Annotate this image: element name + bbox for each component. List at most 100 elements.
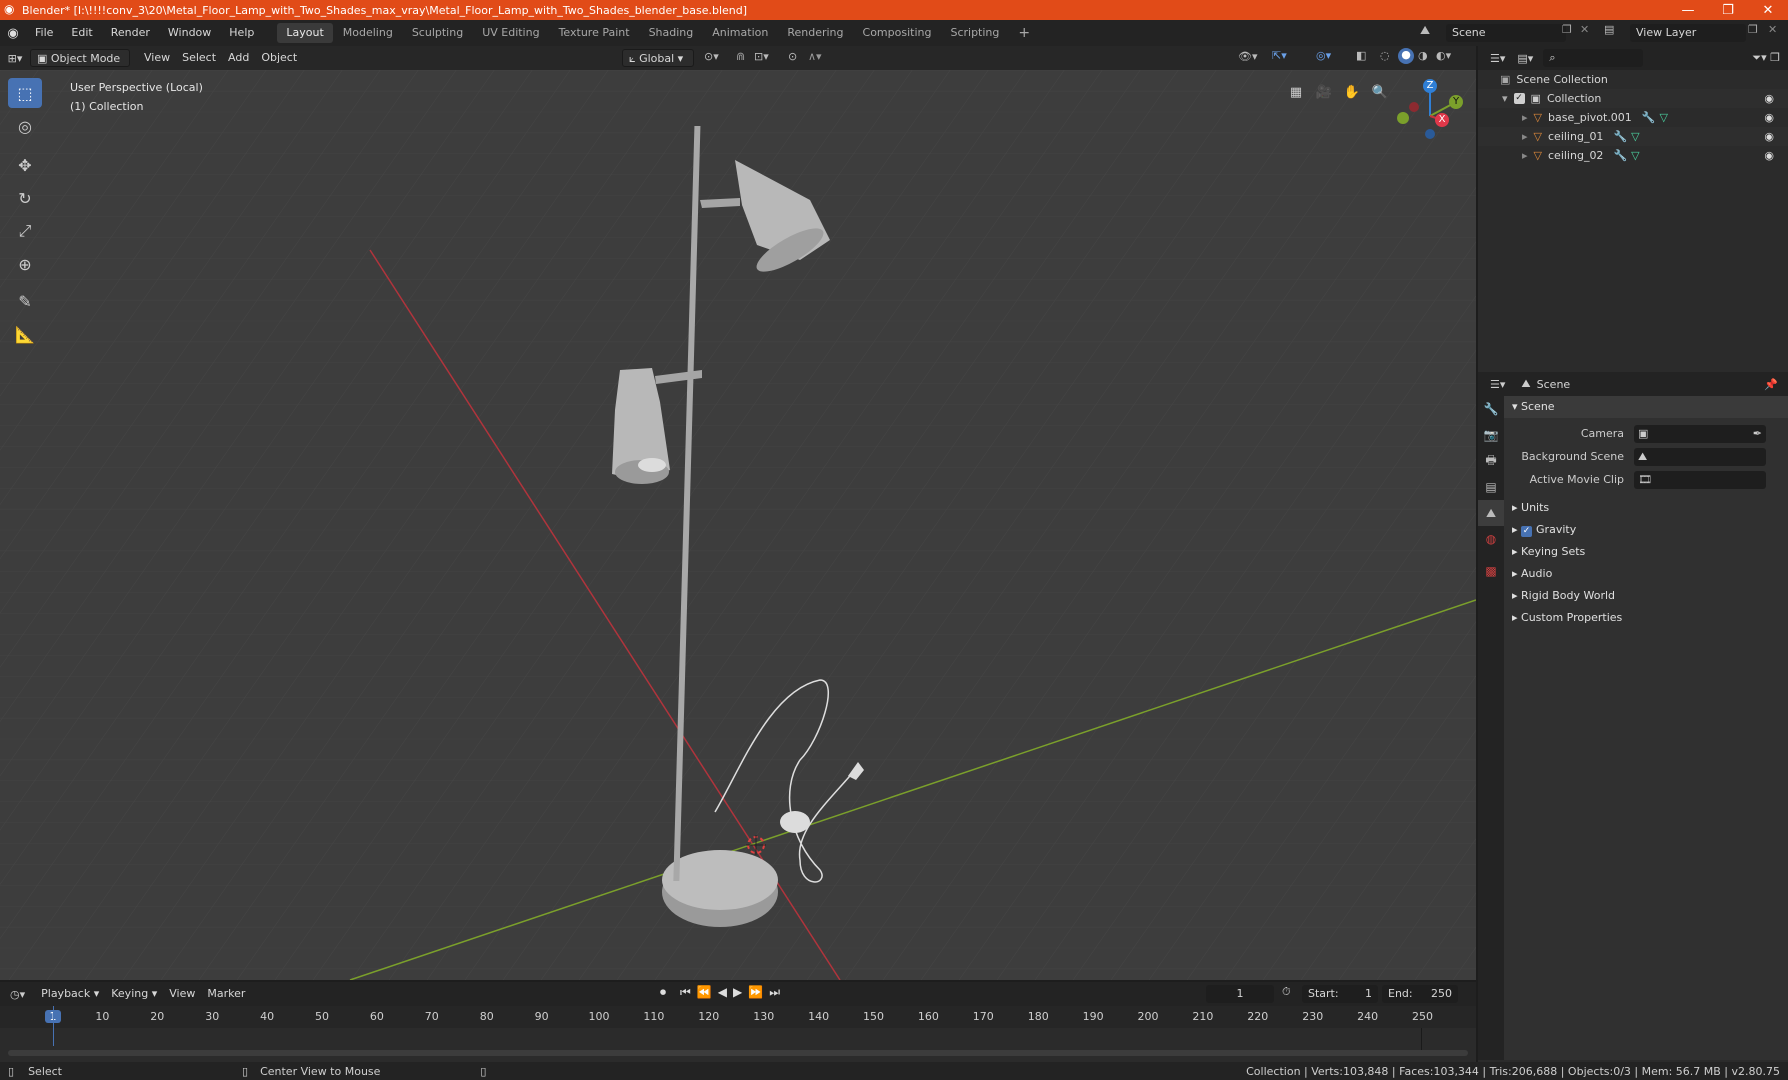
camera-field[interactable]: ▣ ✒ <box>1634 424 1766 443</box>
eye-icon[interactable]: ◉ <box>1764 127 1774 146</box>
outliner-object-row[interactable]: ▸ ▽ base_pivot.001 🔧 ▽ ◉ <box>1478 108 1788 127</box>
pivot-icon[interactable]: ⊙▾ <box>704 50 719 63</box>
snap-target-icon[interactable]: ⊡▾ <box>754 50 769 63</box>
blender-menu-icon[interactable]: ◉ <box>0 26 26 41</box>
scene-field[interactable]: Scene <box>1446 24 1566 42</box>
eye-icon[interactable]: ◉ <box>1764 108 1774 127</box>
record-icon[interactable]: ⏺ <box>660 985 666 1000</box>
start-frame-field[interactable]: Start: 1 <box>1302 985 1378 1003</box>
pin-icon[interactable]: 📌 <box>1764 378 1778 391</box>
play-icon[interactable]: ▶ <box>733 985 742 1000</box>
new-scene-icon[interactable]: ❐ <box>1562 23 1572 36</box>
menu-render[interactable]: Render <box>102 20 159 46</box>
mode-dropdown[interactable]: ▣ Object Mode ▾ <box>30 49 130 83</box>
material-shading-icon[interactable]: ◑ <box>1418 49 1428 62</box>
proportional-edit-icon[interactable]: ⊙ <box>788 50 797 63</box>
menu-file[interactable]: File <box>26 20 62 46</box>
menu-timeline-view[interactable]: View <box>163 985 201 1003</box>
outliner-object-row[interactable]: ▸ ▽ ceiling_02 🔧 ▽ ◉ <box>1478 146 1788 165</box>
tab-texture-paint[interactable]: Texture Paint <box>550 23 639 43</box>
tab-uv-editing[interactable]: UV Editing <box>473 23 548 43</box>
jump-end-icon[interactable]: ⏭ <box>769 985 780 1000</box>
world-tab-icon[interactable]: ◍ <box>1478 526 1504 552</box>
timeline-scrollbar[interactable] <box>8 1050 1468 1056</box>
expand-icon[interactable]: ▸ <box>1522 108 1528 127</box>
menu-view[interactable]: View <box>138 49 176 67</box>
zoom-icon[interactable]: 🔍 <box>1368 80 1392 104</box>
audio-section[interactable]: ▸ Audio <box>1504 563 1788 585</box>
tab-shading[interactable]: Shading <box>640 23 703 43</box>
gizmo-toggle-icon[interactable]: ⇱▾ <box>1272 49 1287 62</box>
mesh-data-icon[interactable]: ▽ <box>1631 146 1639 165</box>
rotate-tool-icon[interactable]: ↻ <box>8 183 42 213</box>
view-layer-field[interactable]: View Layer <box>1630 24 1746 42</box>
eye-icon[interactable]: ◉ <box>1764 89 1774 108</box>
mesh-data-icon[interactable]: ▽ <box>1631 127 1639 146</box>
collection-row[interactable]: ▾ ✓ ▣ Collection ◉ <box>1478 89 1788 108</box>
gizmo-z-axis[interactable]: Z <box>1423 79 1437 93</box>
navigation-gizmo[interactable]: Z Y X <box>1390 76 1470 156</box>
select-box-tool-icon[interactable]: ⬚ <box>8 78 42 108</box>
tab-scripting[interactable]: Scripting <box>941 23 1008 43</box>
stopwatch-icon[interactable]: ⏱ <box>1282 985 1291 999</box>
tab-rendering[interactable]: Rendering <box>778 23 852 43</box>
expand-icon[interactable]: ▾ <box>1502 89 1508 108</box>
gizmo-y-axis[interactable]: Y <box>1449 95 1463 109</box>
outliner-search-input[interactable]: ⌕ <box>1543 49 1644 67</box>
remove-view-layer-icon[interactable]: ✕ <box>1768 23 1777 36</box>
menu-select[interactable]: Select <box>176 49 222 67</box>
mesh-data-icon[interactable]: ▽ <box>1660 108 1668 127</box>
menu-edit[interactable]: Edit <box>62 20 101 46</box>
menu-add[interactable]: Add <box>222 49 255 67</box>
modifier-icon[interactable]: 🔧 <box>1613 127 1627 146</box>
wireframe-shading-icon[interactable]: ◌ <box>1380 49 1390 62</box>
active-movie-clip-field[interactable]: 🎞 <box>1634 470 1766 489</box>
modifier-icon[interactable]: 🔧 <box>1613 146 1627 165</box>
modifier-icon[interactable]: 🔧 <box>1642 108 1656 127</box>
menu-playback[interactable]: Playback ▾ <box>35 985 105 1003</box>
expand-icon[interactable]: ▸ <box>1522 146 1528 165</box>
scene-tab-icon[interactable]: ⛰ <box>1478 500 1504 526</box>
frame-ruler[interactable]: 1102030405060708090100110120130140150160… <box>0 1006 1476 1028</box>
custom-properties-section[interactable]: ▸ Custom Properties <box>1504 607 1788 629</box>
background-scene-field[interactable]: ⛰ <box>1634 447 1766 466</box>
properties-editor-type-icon[interactable]: ☰▾ <box>1490 378 1505 391</box>
cursor-tool-icon[interactable]: ◎ <box>8 111 42 141</box>
end-frame-field[interactable]: End: 250 <box>1382 985 1458 1003</box>
filter-icon[interactable]: ⏷▾ ❐ <box>1752 51 1780 65</box>
outliner-editor-type-icon[interactable]: ☰▾ <box>1490 52 1505 65</box>
collection-checkbox[interactable]: ✓ <box>1513 93 1525 104</box>
gizmo-x-axis[interactable]: X <box>1435 113 1449 127</box>
timeline-editor-type-icon[interactable]: ◷▾ <box>10 988 25 1001</box>
new-view-layer-icon[interactable]: ❐ <box>1748 23 1758 36</box>
overlay-toggle-icon[interactable]: ◎▾ <box>1316 49 1331 62</box>
units-section[interactable]: ▸ Units <box>1504 497 1788 519</box>
tab-compositing[interactable]: Compositing <box>854 23 941 43</box>
menu-window[interactable]: Window <box>159 20 220 46</box>
tab-sculpting[interactable]: Sculpting <box>403 23 472 43</box>
tab-modeling[interactable]: Modeling <box>334 23 402 43</box>
menu-object[interactable]: Object <box>255 49 303 67</box>
prev-keyframe-icon[interactable]: ⏪ <box>697 985 712 1000</box>
xray-icon[interactable]: ◧ <box>1356 49 1366 62</box>
next-keyframe-icon[interactable]: ⏩ <box>748 985 763 1000</box>
expand-icon[interactable]: ▸ <box>1522 127 1528 146</box>
tab-layout[interactable]: Layout <box>277 23 333 43</box>
close-icon[interactable]: ✕ <box>1748 0 1788 20</box>
timeline[interactable]: 1102030405060708090100110120130140150160… <box>0 1006 1476 1064</box>
minimize-icon[interactable]: — <box>1668 0 1708 20</box>
measure-tool-icon[interactable]: 📐 <box>8 319 42 349</box>
transform-tool-icon[interactable]: ⊕ <box>8 249 42 279</box>
texture-tab-icon[interactable]: ▩ <box>1478 558 1504 584</box>
restore-icon[interactable]: ❐ <box>1708 0 1748 20</box>
gravity-section[interactable]: ▸ ✓ Gravity <box>1504 519 1788 541</box>
current-frame-field[interactable]: 1 <box>1206 985 1274 1003</box>
toggle-grid-icon[interactable]: ▦ <box>1284 80 1308 104</box>
menu-marker[interactable]: Marker <box>201 985 251 1003</box>
menu-keying[interactable]: Keying ▾ <box>105 985 163 1003</box>
view-layer-icon[interactable]: ▤ <box>1604 23 1614 36</box>
menu-help[interactable]: Help <box>220 20 263 46</box>
pan-hand-icon[interactable]: ✋ <box>1340 80 1364 104</box>
scene-collection-row[interactable]: ▣ Scene Collection <box>1478 70 1788 89</box>
solid-shading-icon[interactable]: ● <box>1398 48 1414 64</box>
